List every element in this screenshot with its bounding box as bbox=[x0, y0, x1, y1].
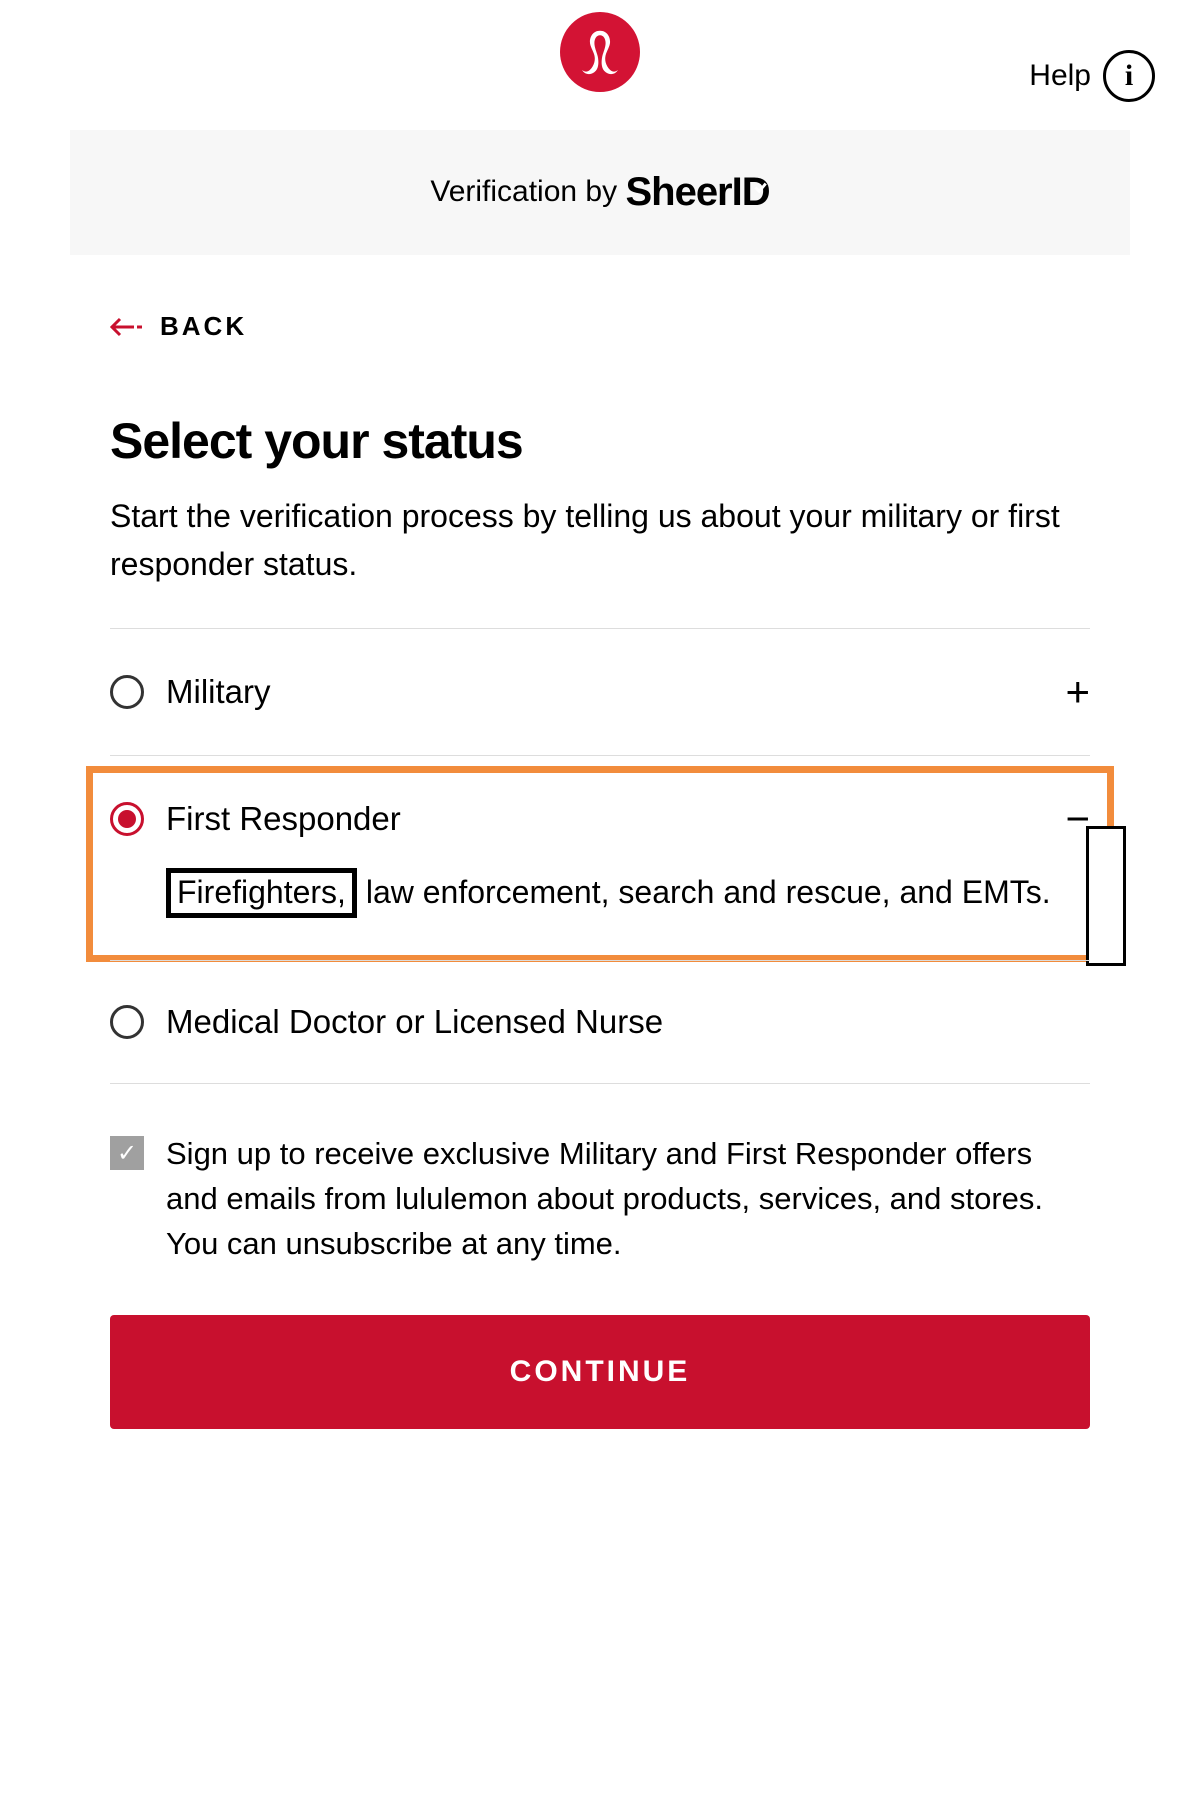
help-button[interactable]: Help i bbox=[1029, 50, 1155, 102]
side-annotation bbox=[1086, 826, 1126, 966]
option-military-row[interactable]: Military + bbox=[110, 671, 1090, 713]
lululemon-logo bbox=[560, 12, 640, 92]
radio-icon bbox=[110, 675, 144, 709]
radio-icon bbox=[110, 1005, 144, 1039]
option-first-responder-row[interactable]: First Responder − bbox=[110, 798, 1090, 840]
continue-button[interactable]: CONTINUE bbox=[110, 1315, 1090, 1429]
verification-prefix: Verification by bbox=[430, 175, 625, 208]
verification-banner: Verification by SheerID bbox=[70, 130, 1130, 255]
plus-icon: + bbox=[1065, 671, 1090, 713]
option-label: Military bbox=[166, 673, 1043, 711]
status-options: Military + First Responder − Firefighter… bbox=[110, 628, 1090, 1084]
boxed-word: Firefighters, bbox=[166, 868, 357, 918]
sheerid-brand: SheerID bbox=[625, 170, 769, 214]
back-label: BACK bbox=[160, 311, 247, 342]
check-icon bbox=[754, 181, 767, 194]
page-title: Select your status bbox=[110, 412, 1090, 470]
option-description: Firefighters, law enforcement, search an… bbox=[166, 868, 1090, 918]
option-label: First Responder bbox=[166, 800, 1043, 838]
help-label: Help bbox=[1029, 59, 1091, 93]
consent-text: Sign up to receive exclusive Military an… bbox=[166, 1132, 1090, 1267]
main-content: BACK Select your status Start the verifi… bbox=[0, 311, 1200, 1429]
option-medical: Medical Doctor or Licensed Nurse bbox=[110, 960, 1090, 1084]
option-military: Military + bbox=[110, 628, 1090, 755]
lululemon-logo-icon bbox=[572, 24, 628, 80]
back-arrow-icon bbox=[110, 316, 142, 338]
option-label: Medical Doctor or Licensed Nurse bbox=[166, 1003, 1090, 1041]
page-subtitle: Start the verification process by tellin… bbox=[110, 492, 1090, 588]
desc-rest: law enforcement, search and rescue, and … bbox=[357, 874, 1051, 910]
option-medical-row[interactable]: Medical Doctor or Licensed Nurse bbox=[110, 1003, 1090, 1041]
radio-icon-selected bbox=[110, 802, 144, 836]
consent-row: ✓ Sign up to receive exclusive Military … bbox=[110, 1132, 1090, 1267]
header: Help i bbox=[0, 0, 1200, 130]
highlight-annotation bbox=[86, 766, 1114, 962]
info-icon: i bbox=[1103, 50, 1155, 102]
option-first-responder: First Responder − Firefighters, law enfo… bbox=[110, 755, 1090, 960]
consent-checkbox[interactable]: ✓ bbox=[110, 1136, 144, 1170]
check-icon: ✓ bbox=[117, 1139, 137, 1168]
back-button[interactable]: BACK bbox=[110, 311, 1090, 342]
